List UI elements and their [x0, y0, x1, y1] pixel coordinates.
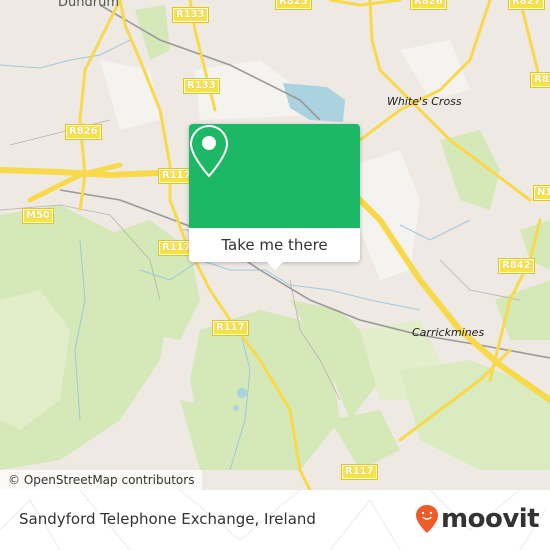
- road-shield: R842: [498, 258, 535, 274]
- road-shield: N1: [533, 185, 550, 201]
- place-label-dundrum: Dundrum: [58, 0, 119, 10]
- popup-header[interactable]: [189, 124, 360, 228]
- road-shield: R133: [172, 7, 209, 23]
- brand-name: moovit: [441, 504, 540, 534]
- footer: Sandyford Telephone Exchange, Ireland mo…: [0, 490, 550, 550]
- road-shield: R133: [183, 78, 220, 94]
- take-me-there-button[interactable]: Take me there: [189, 228, 360, 262]
- place-label-carrickmines: Carrickmines: [412, 326, 485, 339]
- road-shield: R82: [530, 72, 550, 88]
- moovit-pin-icon: [416, 505, 438, 533]
- road-shield: M50: [22, 208, 54, 224]
- road-shield: R117: [341, 464, 378, 480]
- map-pin-icon: [189, 124, 229, 178]
- map[interactable]: Dundrum White's Cross Carrickmines R133 …: [0, 0, 550, 490]
- road-shield: R827: [508, 0, 545, 10]
- road-shield: R826: [410, 0, 447, 10]
- moovit-logo[interactable]: moovit: [415, 504, 540, 534]
- road-shield: R117: [212, 320, 249, 336]
- popup-pointer: [267, 262, 283, 270]
- road-shield: R825: [275, 0, 312, 10]
- place-label-whites-cross: White's Cross: [387, 95, 462, 108]
- location-title: Sandyford Telephone Exchange, Ireland: [19, 510, 316, 528]
- location-popup: Take me there: [189, 124, 360, 270]
- road-shield: R826: [65, 124, 102, 140]
- map-attribution[interactable]: © OpenStreetMap contributors: [0, 470, 203, 490]
